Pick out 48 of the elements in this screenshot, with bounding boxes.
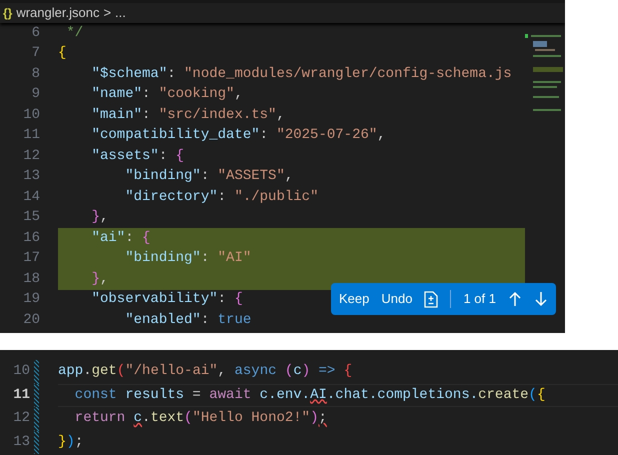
arrow-up-icon[interactable] [508, 291, 522, 307]
change-counter: 1 of 1 [463, 290, 496, 308]
breadcrumb-more[interactable]: ... [115, 3, 126, 23]
code-line: "assets": { [90, 146, 184, 166]
code-line: "compatibility_date": "2025-07-26", [90, 126, 386, 146]
code-line: }); [58, 432, 84, 452]
code-line: "observability": { [90, 290, 243, 310]
line-number: 11 [12, 386, 30, 405]
line-number: 6 [30, 24, 40, 43]
line-number: 12 [12, 409, 30, 428]
json-braces-icon: {} [3, 4, 12, 22]
diff-file-icon[interactable] [424, 290, 438, 308]
line-number: 16 [22, 228, 40, 248]
line-number: 10 [22, 106, 40, 125]
breadcrumb-separator: > [103, 4, 112, 22]
code-line: */ [65, 24, 84, 43]
line-number: 18 [22, 270, 40, 289]
code-line: "name": "cooking", [90, 85, 243, 104]
line-number: 8 [30, 64, 40, 84]
code-line: "enabled": true [124, 310, 252, 330]
line-number: 11 [22, 126, 40, 146]
code-line: { [58, 44, 66, 64]
line-number: 13 [12, 432, 30, 452]
code-line: return c.text("Hello Hono2!"); [74, 409, 327, 428]
line-number: 13 [22, 167, 40, 186]
code-line: }, [90, 270, 108, 289]
code-line: "directory": "./public" [124, 188, 318, 207]
code-line: "ai": { [90, 228, 150, 248]
keep-button[interactable]: Keep [339, 289, 370, 309]
breadcrumb-file[interactable]: wrangler.jsonc [16, 3, 100, 23]
undo-button[interactable]: Undo [381, 289, 412, 309]
code-line: "main": "src/index.ts", [90, 106, 285, 125]
line-number: 14 [22, 188, 40, 207]
line-number: 12 [22, 146, 40, 166]
code-line: "binding": "AI" [124, 249, 252, 268]
line-number: 9 [30, 85, 40, 104]
code-line: }, [90, 208, 108, 228]
line-number: 10 [12, 362, 30, 382]
line-number: 7 [30, 44, 40, 64]
arrow-down-icon[interactable] [534, 291, 548, 307]
line-number: 20 [22, 310, 40, 330]
code-line: "binding": "ASSETS", [124, 167, 294, 186]
line-number: 17 [22, 249, 40, 268]
line-number: 15 [22, 208, 40, 228]
code-line: const results = await c.env.AI.chat.completions.create({ [74, 386, 546, 405]
line-number: 19 [22, 290, 40, 310]
code-line: "$schema": "node_modules/wrangler/config-schema.js [90, 64, 512, 84]
code-line: app.get("/hello-ai", async (c) => { [58, 362, 352, 382]
